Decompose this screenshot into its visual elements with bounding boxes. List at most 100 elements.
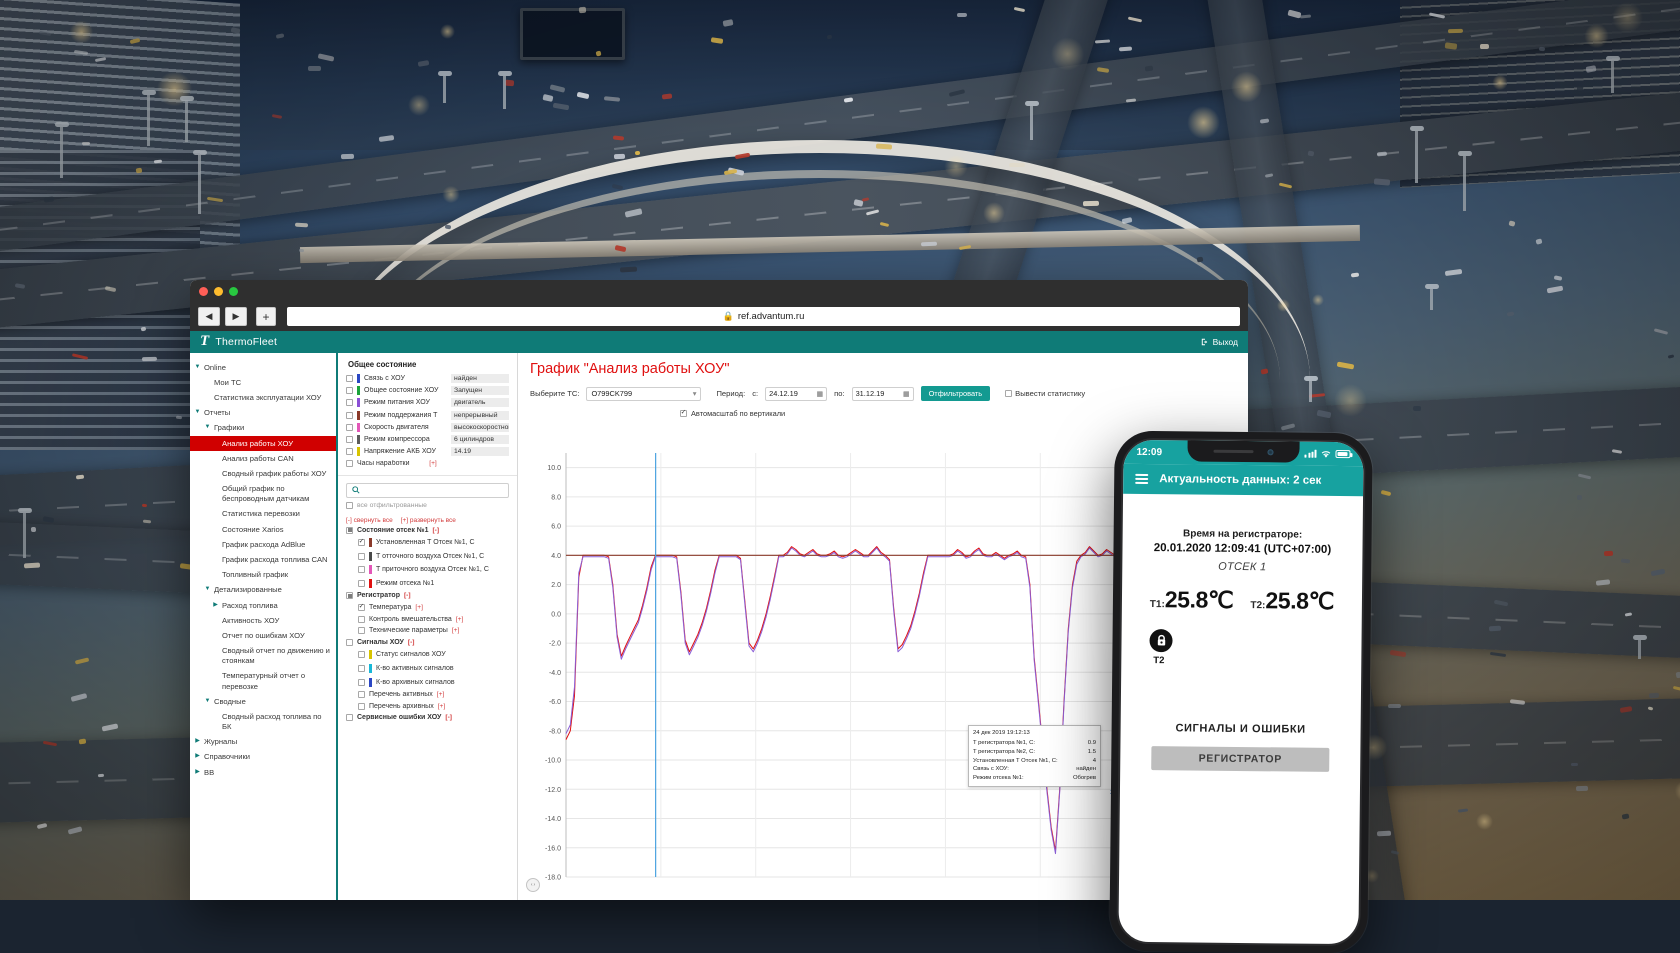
parameter-checkbox[interactable] [346,714,353,722]
parameter-checkbox[interactable] [358,539,365,547]
parameter-tree-row[interactable]: Технические параметры [+] [346,627,509,635]
expand-token[interactable]: [+] [452,627,460,634]
parameter-tree-row[interactable]: Температура[+] [346,604,509,612]
sidebar-item-0[interactable]: ▼ Online [190,360,336,375]
sidebar-item-22[interactable]: ▶ Журналы [190,735,336,750]
sidebar-item-20[interactable]: ▼ Сводные [190,694,336,709]
parameter-checkbox[interactable] [358,627,365,635]
search-input[interactable] [364,486,503,496]
sidebar-item-16[interactable]: Активность ХОУ [190,613,336,628]
parameter-checkbox[interactable] [346,592,353,600]
new-tab-button[interactable]: + [256,307,276,326]
expand-token[interactable]: [-] [432,527,439,534]
chevron-right-icon[interactable]: ▶ [194,737,201,746]
back-button[interactable]: ◀ [198,307,220,326]
sidebar-item-3[interactable]: ▼ Отчеты [190,406,336,421]
parameter-tree-row[interactable]: Установленная T Отсек №1, C [346,538,509,548]
parameter-tree-row[interactable]: Регистратор [-] [346,592,509,600]
parameter-tree-row[interactable]: Режим отсека №1 [346,578,509,588]
expand-all-link[interactable]: [+] развернуть все [401,517,456,524]
parameter-checkbox[interactable] [358,604,365,612]
parameter-tree-row[interactable]: Сервисные ошибки ХОУ [-] [346,714,509,722]
parameter-checkbox[interactable] [346,435,353,443]
parameter-search[interactable] [346,483,509,499]
parameter-tree-row[interactable]: Перечень активных [+] [346,691,509,699]
all-filtered-row[interactable]: все отфильтрованные [338,502,517,510]
sidebar-item-7[interactable]: Сводный график работы ХОУ [190,466,336,481]
sidebar-item-12[interactable]: График расхода топлива CAN [190,552,336,567]
brand[interactable]: T ThermoFleet [200,333,277,350]
expand-token[interactable]: [+] [438,703,446,710]
sidebar-item-13[interactable]: Топливный график [190,568,336,583]
sidebar-item-9[interactable]: Статистика перевозки [190,507,336,522]
sidebar-item-17[interactable]: Отчет по ошибкам ХОУ [190,628,336,643]
window-minimize-button[interactable] [214,286,223,296]
parameter-tree-row[interactable]: К-во архивных сигналов [346,677,509,687]
parameter-tree-row[interactable]: T приточного воздуха Отсек №1, C [346,565,509,575]
sidebar-item-19[interactable]: Температурный отчет о перевозке [190,669,336,694]
sidebar-item-4[interactable]: ▼ Графики [190,421,336,436]
sidebar-item-6[interactable]: Анализ работы CAN [190,451,336,466]
parameter-checkbox[interactable] [346,399,353,407]
all-filtered-checkbox[interactable] [346,502,353,510]
parameter-checkbox[interactable] [346,387,353,395]
chevron-down-icon[interactable]: ▼ [204,697,211,706]
parameter-tree-row[interactable]: Контроль вмешательства [+] [346,615,509,623]
address-bar[interactable]: 🔒 ref.advantum.ru [287,307,1240,326]
parameter-checkbox[interactable] [346,526,353,534]
sidebar-item-2[interactable]: Статистика эксплуатации ХОУ [190,390,336,405]
chevron-down-icon[interactable]: ▼ [194,363,201,372]
general-state-row[interactable]: Напряжение АКБ ХОУ 14.19 [346,447,509,457]
expand-token[interactable]: [-] [445,714,452,721]
sidebar-item-24[interactable]: ▶ ВВ [190,765,336,780]
parameter-tree-row[interactable]: Сигналы ХОУ [-] [346,638,509,646]
parameter-checkbox[interactable] [358,552,365,560]
expand-token[interactable]: [+] [437,691,445,698]
parameter-checkbox[interactable] [358,678,365,686]
general-state-row[interactable]: Скорость двигателя высокоскоростной [346,422,509,432]
sidebar-item-1[interactable]: Мои ТС [190,375,336,390]
parameter-checkbox[interactable] [346,448,353,456]
chevron-right-icon[interactable]: ▶ [212,601,219,610]
sidebar-item-23[interactable]: ▶ Справочники [190,750,336,765]
general-state-row[interactable]: Общее состояние ХОУ Запущен [346,386,509,396]
chevron-right-icon[interactable]: ▶ [194,768,201,777]
general-state-row[interactable]: Режим питания ХОУ двигатель [346,398,509,408]
hamburger-menu-icon[interactable] [1135,473,1149,485]
sidebar-item-10[interactable]: Состояние Xarios [190,522,336,537]
parameter-checkbox[interactable] [346,375,353,382]
expand-token[interactable]: [-] [404,592,411,599]
parameter-checkbox[interactable] [358,702,365,710]
sidebar-item-15[interactable]: ▶ Расход топлива [190,598,336,613]
parameter-tree-row[interactable]: Статус сигналов ХОУ [346,650,509,660]
window-close-button[interactable] [199,286,208,296]
parameter-checkbox[interactable] [346,423,353,431]
parameter-checkbox[interactable] [358,579,365,587]
parameter-checkbox[interactable] [358,566,365,574]
chevron-right-icon[interactable]: ▶ [194,752,201,761]
collapse-all-link[interactable]: [-] свернуть все [346,517,393,524]
parameter-tree-row[interactable]: Перечень архивных [+] [346,702,509,710]
sidebar-item-18[interactable]: Сводный отчет по движению и стоянкам [190,644,336,669]
hours-row[interactable]: Часы наработки [+] [346,460,509,468]
hours-expand-token[interactable]: [+] [429,460,437,467]
chevron-down-icon[interactable]: ▼ [204,423,211,432]
expand-token[interactable]: [+] [415,604,423,611]
parameter-checkbox[interactable] [358,615,365,623]
expand-token[interactable]: [+] [456,616,464,623]
parameter-tree-row[interactable]: Состояние отсек №1 [-] [346,526,509,534]
parameter-checkbox[interactable] [358,665,365,673]
chevron-down-icon[interactable]: ▼ [194,408,201,417]
sidebar-item-5[interactable]: Анализ работы ХОУ [190,436,336,452]
hours-checkbox[interactable] [346,460,353,468]
window-maximize-button[interactable] [229,286,238,296]
general-state-row[interactable]: Режим компрессора 6 цилиндров [346,434,509,444]
parameter-tree-row[interactable]: К-во активных сигналов [346,664,509,674]
panel-resize-handle[interactable]: ‹ › [526,878,540,892]
parameter-checkbox[interactable] [346,638,353,646]
sidebar-item-11[interactable]: График расхода AdBlue [190,537,336,552]
general-state-row[interactable]: Связь с ХОУ найден [346,374,509,383]
parameter-checkbox[interactable] [346,411,353,419]
registrator-button[interactable]: РЕГИСТРАТОР [1151,746,1330,772]
forward-button[interactable]: ▶ [225,307,247,326]
